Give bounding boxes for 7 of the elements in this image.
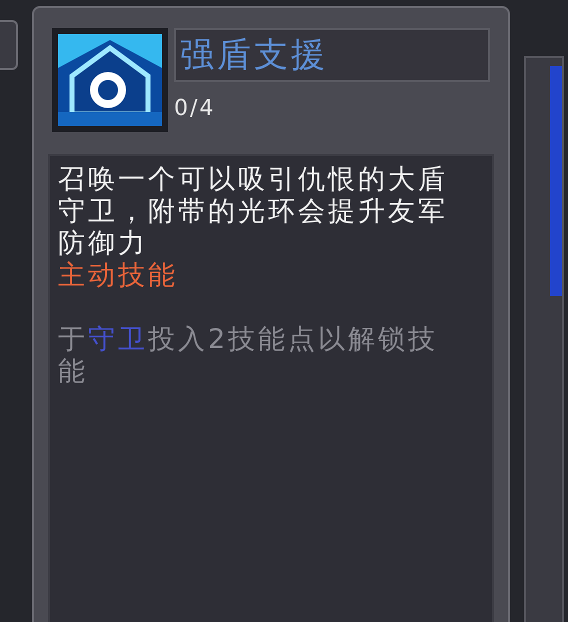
skill-description: 召唤一个可以吸引仇恨的大盾守卫，附带的光环会提升友军防御力 bbox=[58, 164, 449, 260]
shield-skill-icon bbox=[52, 28, 168, 132]
side-panel bbox=[0, 20, 18, 70]
skill-points: 0/4 bbox=[174, 98, 216, 120]
unlock-requirement: 于守卫投入2技能点以解锁技能 bbox=[58, 324, 440, 388]
skill-type: 主动技能 bbox=[58, 260, 179, 292]
skill-name: 强盾支援 bbox=[174, 28, 490, 82]
